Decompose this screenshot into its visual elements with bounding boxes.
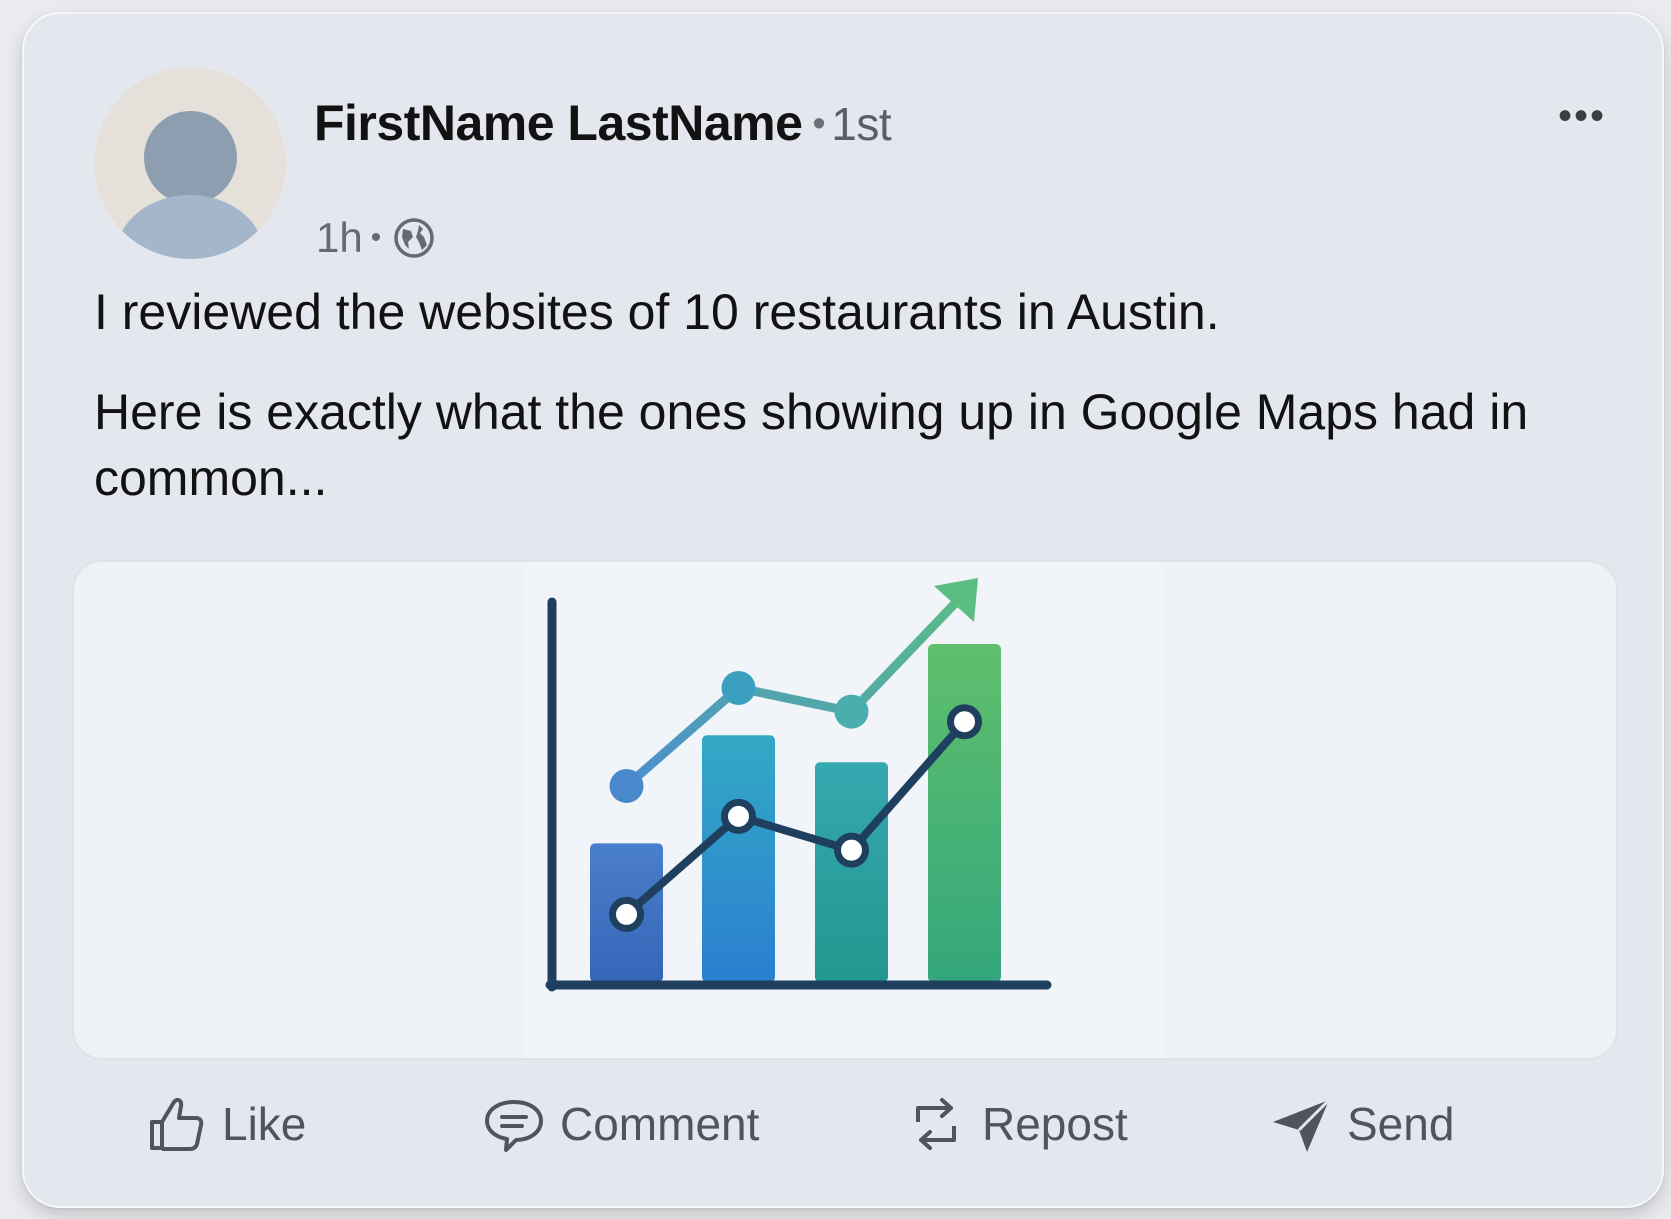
upper-trend-line [623,590,968,790]
separator-dot: • [370,221,382,254]
lower-point-4 [947,704,982,740]
author-line: FirstName LastName • 1st [314,94,892,152]
growth-chart-illustration [545,578,1052,992]
bar-3 [815,762,888,982]
upper-point-1 [609,768,644,803]
post-text-line-2: Here is exactly what the ones showing up… [94,384,1529,506]
post-meta: 1h • [316,214,437,262]
post-image[interactable] [72,560,1618,1060]
comment-icon [485,1100,543,1152]
upper-point-2 [721,670,756,705]
post-text-line-1: I reviewed the websites of 10 restaurant… [94,284,1220,340]
bar-2 [702,735,775,982]
avatar[interactable] [94,67,286,259]
repost-button[interactable]: Repost [904,1074,1128,1174]
lower-trend-line [623,719,968,918]
lower-point-2 [721,798,756,834]
repost-icon [916,1098,956,1150]
comment-label: Comment [560,1098,760,1150]
connection-degree: 1st [831,98,892,150]
action-bar: Like Comment Repost Send [24,1074,1662,1174]
lower-point-1 [609,896,644,932]
send-button[interactable]: Send [1269,1074,1454,1174]
comment-button[interactable]: Comment [482,1074,759,1174]
avatar-head [144,111,237,204]
post-card: FirstName LastName • 1st 1h • ••• I review… [22,12,1664,1208]
globe-icon [391,215,437,261]
more-options-icon[interactable]: ••• [1558,96,1606,136]
avatar-body [116,195,264,259]
bar-4 [928,644,1001,982]
post-time: 1h [316,214,363,261]
send-label: Send [1347,1098,1455,1150]
post-text: I reviewed the websites of 10 restaurant… [94,279,1594,511]
upper-point-3 [834,694,869,729]
repost-label: Repost [982,1098,1128,1150]
separator-dot: • [812,103,826,145]
thumbs-up-icon [150,1097,204,1151]
like-label: Like [222,1098,307,1150]
send-icon [1273,1098,1331,1152]
author-name[interactable]: FirstName LastName [314,95,803,151]
like-button[interactable]: Like [144,1074,306,1174]
lower-point-3 [834,832,869,868]
